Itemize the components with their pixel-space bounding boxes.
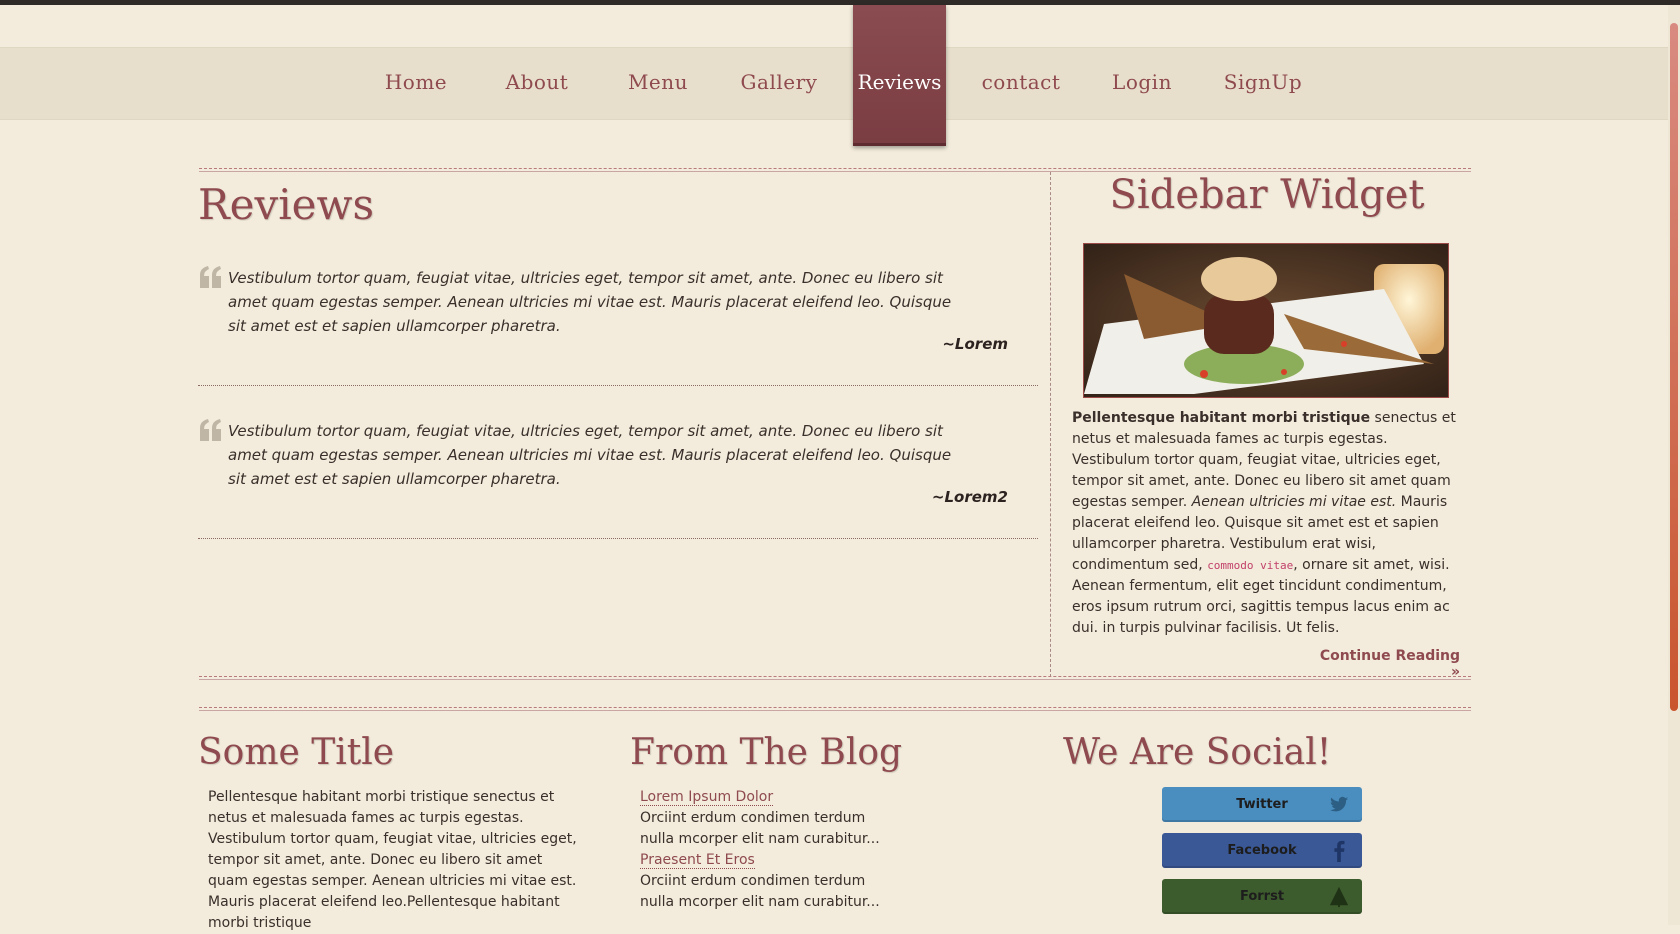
page-title: Reviews — [198, 180, 374, 229]
column-divider — [1050, 172, 1051, 677]
footer-col1-title: Some Title — [198, 732, 395, 773]
blog-post-excerpt: Orciint erdum condimen terdum nulla mcor… — [640, 873, 880, 910]
sidebar-text-italic: Aenean ultricies mi vitae est. — [1191, 494, 1397, 510]
nav-item-contact[interactable]: contact — [971, 47, 1071, 118]
review-item: Vestibulum tortor quam, feugiat vitae, u… — [198, 266, 1038, 356]
footer-top-divider-line — [199, 710, 1471, 711]
quote-icon — [200, 266, 221, 288]
nav-item-signup[interactable]: SignUp — [1213, 47, 1313, 118]
food-photo-illustration — [1084, 244, 1448, 397]
footer-col1-text: Pellentesque habitant morbi tristique se… — [208, 789, 577, 931]
forrst-button-label: Forrst — [1239, 889, 1285, 904]
scrollbar-thumb[interactable] — [1670, 23, 1678, 711]
review-author: ~Lorem2 — [931, 488, 1008, 506]
blog-post-excerpt: Orciint erdum condimen terdum nulla mcor… — [640, 810, 880, 847]
content-bottom-divider — [199, 676, 1471, 677]
blog-post-link[interactable]: Lorem Ipsum Dolor — [640, 789, 774, 806]
facebook-f-icon — [1334, 840, 1345, 862]
content-top-divider — [199, 168, 1471, 169]
main-nav: Home About Menu Gallery contact Login Si… — [0, 47, 1668, 118]
forrst-button[interactable]: Forrst — [1162, 879, 1362, 914]
facebook-button-label: Facebook — [1227, 843, 1297, 858]
review-author: ~Lorem — [942, 335, 1008, 353]
footer-top-divider — [199, 707, 1471, 708]
nav-item-home[interactable]: Home — [366, 47, 466, 118]
nav-item-gallery[interactable]: Gallery — [729, 47, 829, 118]
food-photo — [1083, 243, 1449, 398]
sidebar-title: Sidebar Widget — [1109, 172, 1425, 218]
content-bottom-divider-line — [199, 679, 1471, 680]
window-top-bar — [0, 0, 1680, 5]
twitter-bird-icon — [1329, 796, 1349, 812]
forrst-tree-icon — [1329, 886, 1349, 908]
review-text: Vestibulum tortor quam, feugiat vitae, u… — [228, 422, 952, 488]
nav-item-about[interactable]: About — [487, 47, 587, 118]
review-separator — [198, 538, 1038, 539]
quote-icon — [200, 419, 221, 441]
scrollbar-track[interactable] — [1668, 5, 1680, 925]
review-item: Vestibulum tortor quam, feugiat vitae, u… — [198, 419, 1038, 509]
blog-post-link[interactable]: Praesent Et Eros — [640, 852, 755, 869]
sidebar-body: Pellentesque habitant morbi tristique se… — [1072, 408, 1464, 639]
facebook-button[interactable]: Facebook — [1162, 833, 1362, 868]
nav-item-menu[interactable]: Menu — [608, 47, 708, 118]
footer-col3-title: We Are Social! — [1063, 732, 1332, 773]
review-text: Vestibulum tortor quam, feugiat vitae, u… — [228, 269, 952, 335]
blog-list: Lorem Ipsum Dolor Orciint erdum condimen… — [640, 787, 890, 913]
sidebar-text-bold: Pellentesque habitant morbi tristique — [1072, 410, 1371, 426]
twitter-button-label: Twitter — [1236, 797, 1288, 812]
nav-item-login[interactable]: Login — [1092, 47, 1192, 118]
review-separator — [198, 385, 1038, 386]
footer-col2-title: From The Blog — [630, 732, 903, 773]
sidebar-text-code: commodo vitae — [1207, 559, 1294, 572]
twitter-button[interactable]: Twitter — [1162, 787, 1362, 822]
